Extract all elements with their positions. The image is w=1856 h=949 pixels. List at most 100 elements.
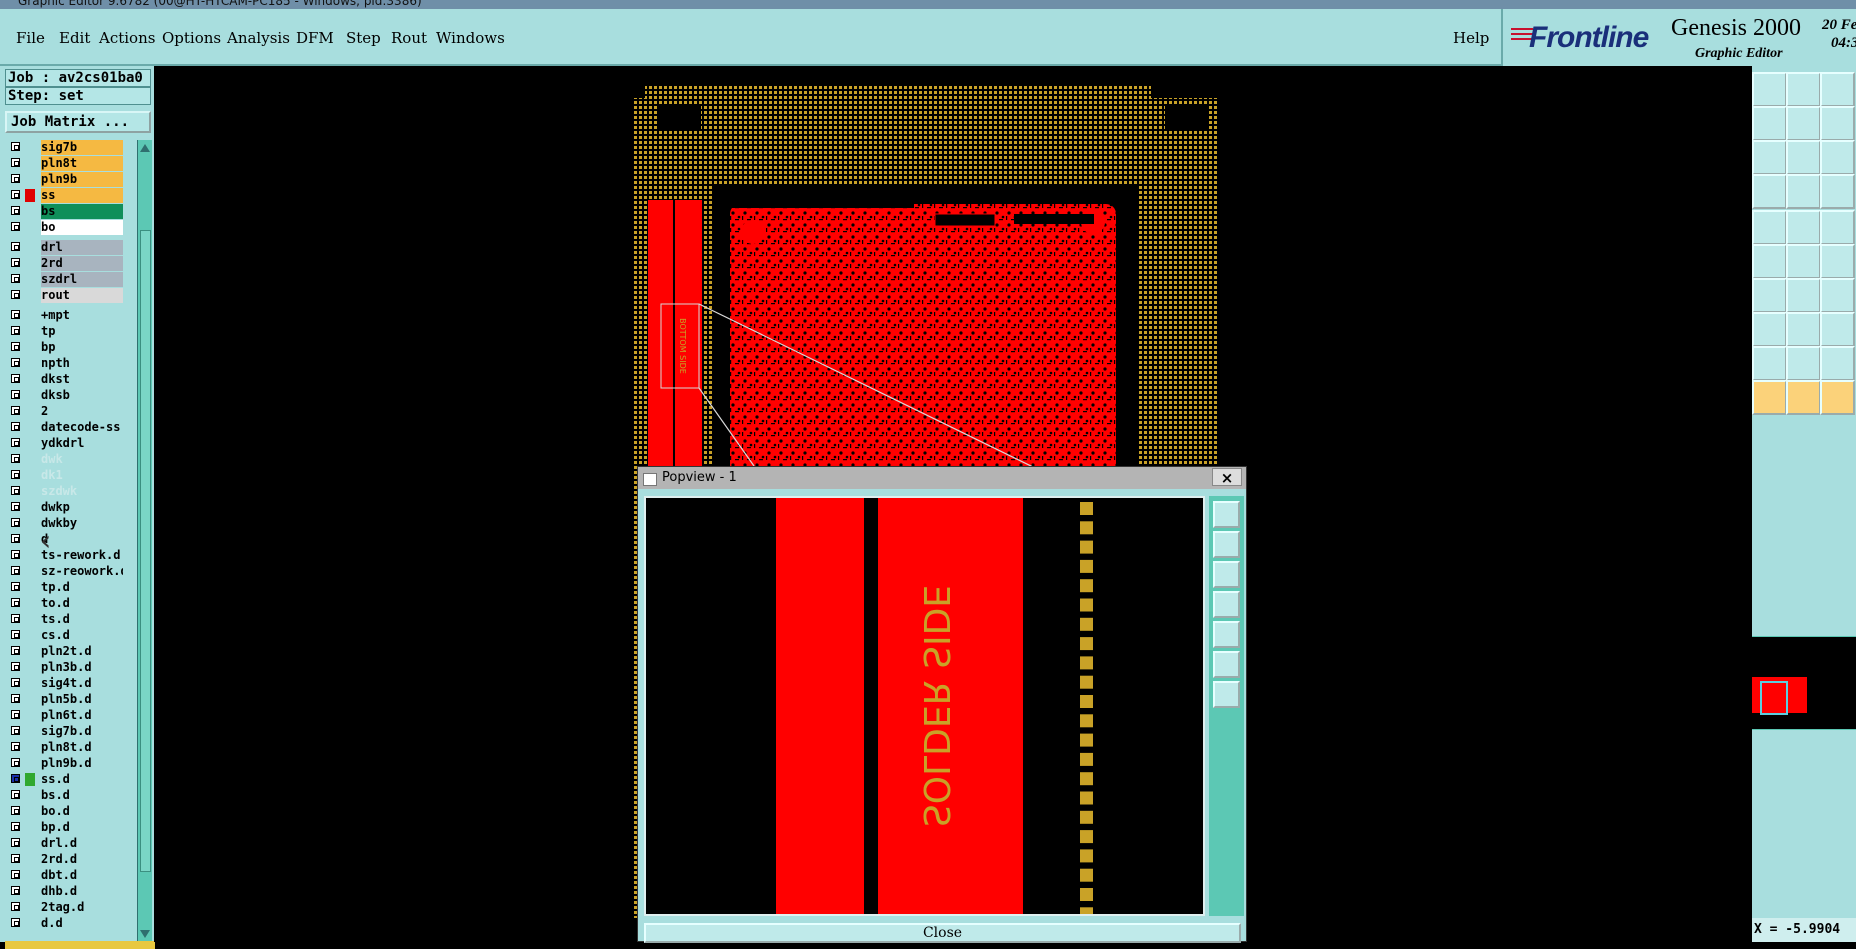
- layer-name[interactable]: 2rd.d: [41, 852, 123, 867]
- layer-name[interactable]: ydkdrl: [41, 436, 123, 451]
- home-tool-icon[interactable]: [1820, 72, 1855, 107]
- layer-row[interactable]: d: [5, 532, 123, 547]
- layer-row[interactable]: pln5b.d: [5, 692, 123, 707]
- menu-step[interactable]: Step: [346, 29, 381, 47]
- rect-select-icon[interactable]: [1752, 312, 1787, 347]
- peak-tool-icon[interactable]: [1786, 346, 1821, 381]
- zoom-fit-icon[interactable]: [1213, 501, 1240, 528]
- layer-color-marker[interactable]: [25, 221, 35, 234]
- node-tool-icon[interactable]: [1752, 244, 1787, 279]
- layer-name[interactable]: tp: [41, 324, 123, 339]
- chevron-left-icon[interactable]: ‹: [40, 524, 51, 557]
- layer-row[interactable]: ts-rework.d: [5, 548, 123, 563]
- layer-row[interactable]: pln8t.d: [5, 740, 123, 755]
- layer-name[interactable]: dwkby: [41, 516, 123, 531]
- popview-canvas[interactable]: SOLDER SIDE: [644, 496, 1205, 916]
- layer-checkbox[interactable]: [11, 742, 20, 751]
- layer-name[interactable]: pln9b: [41, 172, 123, 187]
- minus-tool-icon[interactable]: [1786, 312, 1821, 347]
- layer-name[interactable]: dhb.d: [41, 884, 123, 899]
- layer-color-marker[interactable]: [25, 917, 35, 930]
- layer-name[interactable]: cs.d: [41, 628, 123, 643]
- pan-down-tool-icon[interactable]: [1786, 72, 1821, 107]
- layer-color-marker[interactable]: [25, 325, 35, 338]
- layer-color-marker[interactable]: [25, 645, 35, 658]
- layer-checkbox[interactable]: [11, 274, 20, 283]
- layer-row[interactable]: bs: [5, 204, 123, 219]
- layer-name[interactable]: bp.d: [41, 820, 123, 835]
- layer-row[interactable]: sig4t.d: [5, 676, 123, 691]
- layer-name[interactable]: ss.d: [41, 772, 123, 787]
- layer-name[interactable]: dksb: [41, 388, 123, 403]
- layer-row[interactable]: dwkby: [5, 516, 123, 531]
- layer-color-marker[interactable]: [25, 597, 35, 610]
- layer-checkbox[interactable]: [11, 242, 20, 251]
- layer-row[interactable]: dkst: [5, 372, 123, 387]
- layer-color-marker[interactable]: [25, 709, 35, 722]
- menu-windows[interactable]: Windows: [436, 29, 505, 47]
- layer-checkbox[interactable]: [11, 790, 20, 799]
- layer-name[interactable]: drl: [41, 240, 123, 255]
- layer-checkbox[interactable]: [11, 342, 20, 351]
- layer-name[interactable]: rout: [41, 288, 123, 303]
- layer-checkbox[interactable]: [11, 582, 20, 591]
- layer-row[interactable]: d.d: [5, 916, 123, 931]
- layer-row[interactable]: cs.d: [5, 628, 123, 643]
- layer-row[interactable]: sig7b: [5, 140, 123, 155]
- layer-checkbox[interactable]: [11, 822, 20, 831]
- layer-name[interactable]: bo.d: [41, 804, 123, 819]
- close-icon[interactable]: ×: [1212, 468, 1242, 487]
- layer-color-marker[interactable]: [25, 389, 35, 402]
- menu-edit[interactable]: Edit: [59, 29, 90, 47]
- layer-color-marker[interactable]: [25, 629, 35, 642]
- layer-color-marker[interactable]: [25, 157, 35, 170]
- pan-left-tool-icon[interactable]: [1752, 106, 1787, 141]
- layer-row[interactable]: 2tag.d: [5, 900, 123, 915]
- scroll-down-arrow-icon[interactable]: [140, 930, 150, 938]
- layer-name[interactable]: sz-reowork.d: [41, 564, 123, 579]
- pan-right-tool-icon[interactable]: [1786, 106, 1821, 141]
- layer-name[interactable]: datecode-ss: [41, 420, 123, 435]
- layer-row[interactable]: ts.d: [5, 612, 123, 627]
- layer-checkbox[interactable]: [11, 726, 20, 735]
- layer-color-marker[interactable]: [25, 757, 35, 770]
- layer-name[interactable]: dbt.d: [41, 868, 123, 883]
- layer-checkbox[interactable]: [11, 534, 20, 543]
- layer-color-marker[interactable]: [25, 289, 35, 302]
- layer-row[interactable]: rout: [5, 288, 123, 303]
- close-button[interactable]: Close: [644, 923, 1241, 943]
- layer-checkbox[interactable]: [11, 678, 20, 687]
- layer-row[interactable]: szdrl: [5, 272, 123, 287]
- layer-color-marker[interactable]: [25, 205, 35, 218]
- layer-name[interactable]: drl.d: [41, 836, 123, 851]
- layer-row[interactable]: dhb.d: [5, 884, 123, 899]
- layer-color-marker[interactable]: [25, 693, 35, 706]
- layer-name[interactable]: ts.d: [41, 612, 123, 627]
- layer-checkbox[interactable]: [11, 902, 20, 911]
- layer-checkbox[interactable]: [11, 422, 20, 431]
- layer-color-marker[interactable]: [25, 257, 35, 270]
- layer-color-marker[interactable]: [25, 517, 35, 530]
- slope-tool-icon[interactable]: [1786, 278, 1821, 313]
- triangle-tool-icon[interactable]: [1752, 346, 1787, 381]
- layer-checkbox[interactable]: [11, 358, 20, 367]
- layer-color-marker[interactable]: [25, 341, 35, 354]
- layer-name[interactable]: ts-rework.d: [41, 548, 123, 563]
- layer-checkbox[interactable]: [11, 774, 20, 783]
- dimension-tool-icon[interactable]: [1820, 312, 1855, 347]
- menu-help[interactable]: Help: [1453, 29, 1489, 47]
- layer-checkbox[interactable]: [11, 710, 20, 719]
- pan-up-icon[interactable]: [1213, 531, 1240, 558]
- layer-row[interactable]: dwk: [5, 452, 123, 467]
- layer-checkbox[interactable]: [11, 662, 20, 671]
- layer-name[interactable]: szdwk: [41, 484, 123, 499]
- layer-name[interactable]: pln3b.d: [41, 660, 123, 675]
- layer-checkbox[interactable]: [11, 406, 20, 415]
- layer-name[interactable]: dkst: [41, 372, 123, 387]
- layer-name[interactable]: d: [41, 532, 123, 547]
- layer-color-marker[interactable]: [25, 173, 35, 186]
- layer-checkbox[interactable]: [11, 502, 20, 511]
- layer-color-marker[interactable]: [25, 821, 35, 834]
- layer-name[interactable]: to.d: [41, 596, 123, 611]
- layer-color-marker[interactable]: [25, 437, 35, 450]
